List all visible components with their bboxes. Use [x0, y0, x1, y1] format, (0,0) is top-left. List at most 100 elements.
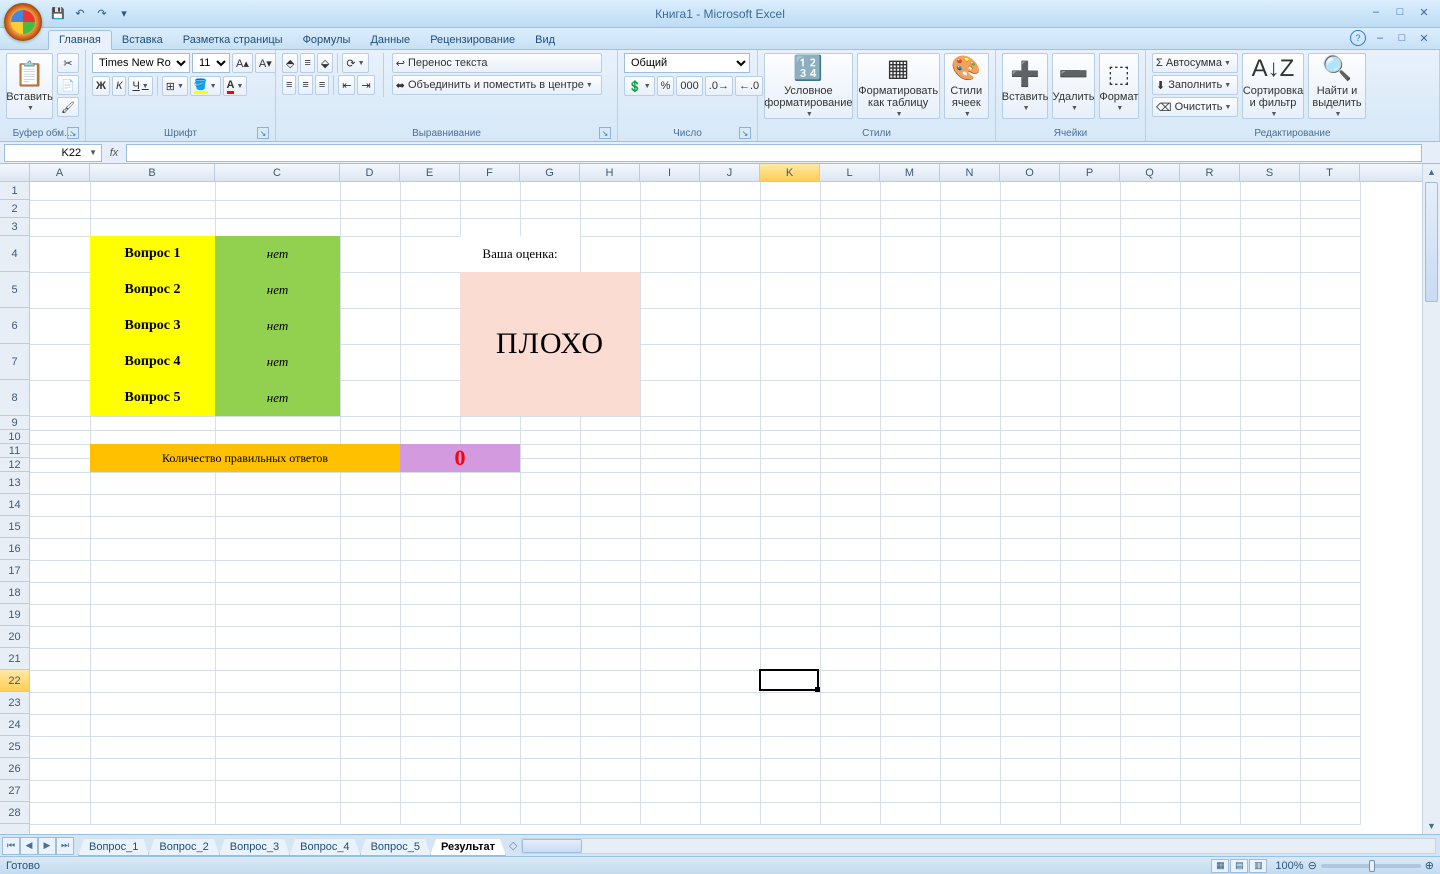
increase-indent-button[interactable]: ⇥	[357, 75, 374, 95]
cell-answer-4[interactable]: нет	[215, 344, 340, 380]
row-header-12[interactable]: 12	[0, 458, 29, 472]
hscroll-thumb[interactable]	[522, 839, 582, 853]
column-header-O[interactable]: O	[1000, 164, 1060, 181]
column-header-N[interactable]: N	[940, 164, 1000, 181]
cell-answer-5[interactable]: нет	[215, 380, 340, 416]
alignment-launcher[interactable]: ↘	[599, 127, 611, 139]
tab-view[interactable]: Вид	[525, 31, 565, 49]
cell-count-value[interactable]: 0	[400, 444, 520, 472]
insert-cells-button[interactable]: ➕Вставить▼	[1002, 53, 1048, 119]
sheet-tab-Вопрос_3[interactable]: Вопрос_3	[219, 839, 290, 856]
autosum-button[interactable]: Σ Автосумма▼	[1152, 53, 1238, 73]
align-top-button[interactable]: ⬘	[282, 53, 298, 73]
paste-button[interactable]: 📋Вставить▼	[6, 53, 53, 119]
format-painter-button[interactable]: 🖌	[57, 97, 79, 117]
cell-question-3[interactable]: Вопрос 3	[90, 308, 215, 344]
column-header-T[interactable]: T	[1300, 164, 1360, 181]
shrink-font-button[interactable]: A▾	[255, 53, 276, 73]
view-normal-button[interactable]: ▦	[1211, 859, 1229, 873]
sheet-tab-Вопрос_5[interactable]: Вопрос_5	[360, 839, 431, 856]
sheet-tab-Вопрос_4[interactable]: Вопрос_4	[289, 839, 360, 856]
merge-center-button[interactable]: ⬌ Объединить и поместить в центре▼	[392, 75, 602, 95]
cell-question-5[interactable]: Вопрос 5	[90, 380, 215, 416]
sheet-tab-Результат[interactable]: Результат	[430, 839, 506, 856]
row-header-21[interactable]: 21	[0, 648, 29, 670]
sheet-next-button[interactable]: ▶	[38, 837, 56, 855]
new-sheet-button[interactable]: ◇	[509, 839, 517, 852]
column-header-R[interactable]: R	[1180, 164, 1240, 181]
percent-button[interactable]: %	[657, 76, 675, 96]
view-page-break-button[interactable]: ▥	[1249, 859, 1267, 873]
select-all-corner[interactable]	[0, 164, 30, 182]
bold-button[interactable]: Ж	[92, 76, 110, 96]
row-header-24[interactable]: 24	[0, 714, 29, 736]
row-header-27[interactable]: 27	[0, 780, 29, 802]
row-header-23[interactable]: 23	[0, 692, 29, 714]
align-right-button[interactable]: ≡	[315, 75, 329, 95]
column-header-E[interactable]: E	[400, 164, 460, 181]
cell-question-4[interactable]: Вопрос 4	[90, 344, 215, 380]
tab-page-layout[interactable]: Разметка страницы	[173, 31, 293, 49]
sheet-tab-Вопрос_1[interactable]: Вопрос_1	[78, 839, 149, 856]
column-header-L[interactable]: L	[820, 164, 880, 181]
row-header-10[interactable]: 10	[0, 430, 29, 444]
wrap-text-button[interactable]: ↩ Перенос текста	[392, 53, 602, 73]
format-cells-button[interactable]: ⬚Формат▼	[1099, 53, 1139, 119]
horizontal-scrollbar[interactable]	[521, 838, 1436, 854]
column-header-S[interactable]: S	[1240, 164, 1300, 181]
cut-button[interactable]: ✂	[57, 53, 79, 73]
find-select-button[interactable]: 🔍Найти и выделить▼	[1308, 53, 1366, 119]
font-launcher[interactable]: ↘	[257, 127, 269, 139]
number-format-select[interactable]: Общий	[624, 53, 750, 73]
column-header-K[interactable]: K	[760, 164, 820, 181]
tab-review[interactable]: Рецензирование	[420, 31, 525, 49]
column-header-M[interactable]: M	[880, 164, 940, 181]
clipboard-launcher[interactable]: ↘	[67, 127, 79, 139]
workbook-restore-button[interactable]: □	[1394, 30, 1410, 46]
column-header-B[interactable]: B	[90, 164, 215, 181]
zoom-out-button[interactable]: ⊖	[1308, 859, 1317, 872]
fill-button[interactable]: ⬇ Заполнить▼	[1152, 75, 1238, 95]
restore-button[interactable]: □	[1390, 4, 1410, 20]
row-header-6[interactable]: 6	[0, 308, 29, 344]
column-header-A[interactable]: A	[30, 164, 90, 181]
sort-filter-button[interactable]: A↓ZСортировка и фильтр▼	[1242, 53, 1304, 119]
row-header-16[interactable]: 16	[0, 538, 29, 560]
zoom-slider[interactable]	[1321, 864, 1421, 868]
italic-button[interactable]: К	[112, 76, 126, 96]
cell-grade-label[interactable]: Ваша оценка:	[460, 236, 580, 272]
workbook-minimize-button[interactable]: –	[1372, 30, 1388, 46]
orientation-button[interactable]: ⟳▼	[342, 53, 368, 73]
underline-button[interactable]: Ч▼	[128, 76, 152, 96]
sheet-first-button[interactable]: ⏮	[2, 837, 20, 855]
row-header-28[interactable]: 28	[0, 802, 29, 824]
row-header-18[interactable]: 18	[0, 582, 29, 604]
cell-count-label[interactable]: Количество правильных ответов	[90, 444, 400, 472]
fill-color-button[interactable]: 🪣▼	[190, 76, 221, 96]
formula-input[interactable]	[126, 144, 1422, 162]
qat-undo-icon[interactable]: ↶	[70, 4, 90, 24]
tab-formulas[interactable]: Формулы	[293, 31, 361, 49]
row-header-3[interactable]: 3	[0, 218, 29, 236]
row-header-2[interactable]: 2	[0, 200, 29, 218]
align-bottom-button[interactable]: ⬙	[317, 53, 333, 73]
conditional-formatting-button[interactable]: 🔢Условное форматирование▼	[764, 53, 853, 119]
cell-grade-value[interactable]: ПЛОХО	[460, 272, 640, 416]
worksheet-grid[interactable]: ABCDEFGHIJKLMNOPQRST 1234567891011121314…	[0, 164, 1440, 834]
font-name-select[interactable]: Times New Rom	[92, 53, 190, 73]
row-header-7[interactable]: 7	[0, 344, 29, 380]
grow-font-button[interactable]: A▴	[232, 53, 253, 73]
cell-styles-button[interactable]: 🎨Стили ячеек▼	[944, 53, 989, 119]
row-header-19[interactable]: 19	[0, 604, 29, 626]
cell-answer-3[interactable]: нет	[215, 308, 340, 344]
cells-area[interactable]: Вопрос 1Вопрос 2Вопрос 3Вопрос 4Вопрос 5…	[30, 182, 1422, 834]
vertical-scrollbar[interactable]: ▲ ▼	[1422, 164, 1440, 834]
accounting-format-button[interactable]: 💲▼	[624, 76, 655, 96]
align-center-button[interactable]: ≡	[298, 75, 312, 95]
row-header-14[interactable]: 14	[0, 494, 29, 516]
row-header-15[interactable]: 15	[0, 516, 29, 538]
row-header-8[interactable]: 8	[0, 380, 29, 416]
copy-button[interactable]: 📄	[57, 75, 79, 95]
zoom-level[interactable]: 100%	[1275, 860, 1303, 872]
number-launcher[interactable]: ↘	[739, 127, 751, 139]
